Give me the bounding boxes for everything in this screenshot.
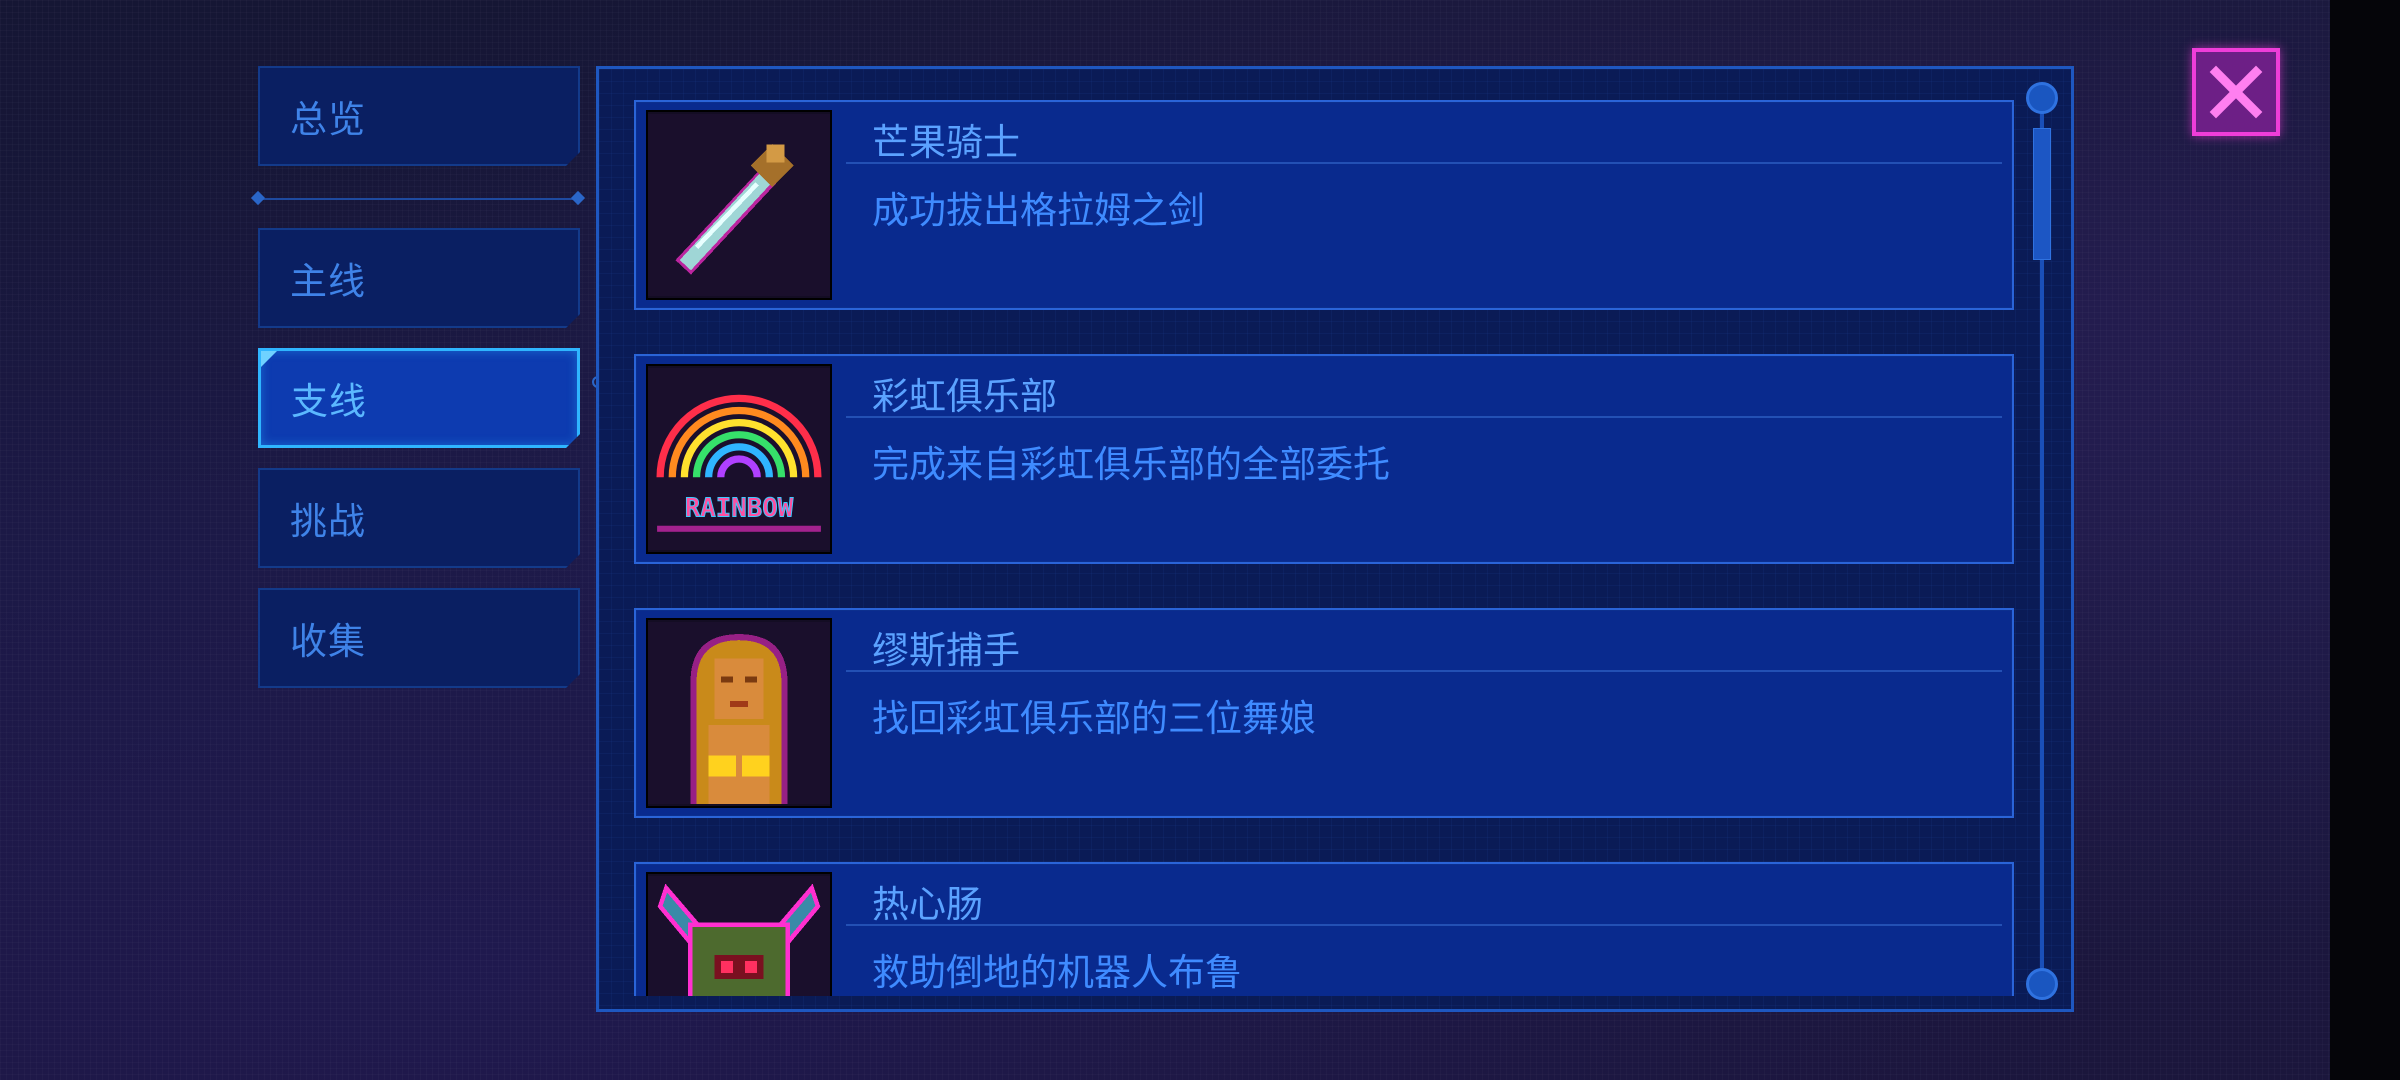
achievement-list[interactable]: 芒果骑士 成功拔出格拉姆之剑 RAINBOW 彩虹俱乐部 完成来自彩虹俱乐部的全…	[634, 100, 2014, 996]
divider-end-icon	[570, 190, 586, 206]
rainbow-club-icon: RAINBOW	[646, 364, 832, 554]
card-divider	[846, 670, 2002, 672]
tab-label: 主线	[290, 260, 366, 303]
scroll-down-icon[interactable]	[2026, 968, 2058, 1000]
achievement-description: 找回彩虹俱乐部的三位舞娘	[872, 697, 1316, 740]
divider-end-icon	[250, 190, 266, 206]
tab-side-quest[interactable]: 支线	[258, 348, 580, 448]
tab-main-quest[interactable]: 主线	[258, 228, 580, 328]
tab-label: 收集	[290, 620, 366, 663]
rainbow-sign-text: RAINBOW	[685, 494, 794, 524]
tab-label: 挑战	[290, 500, 366, 543]
achievement-description: 成功拔出格拉姆之剑	[872, 189, 1205, 232]
achievement-title: 芒果骑士	[872, 121, 1020, 164]
scroll-up-icon[interactable]	[2026, 82, 2058, 114]
sword-icon	[646, 110, 832, 300]
close-icon	[2209, 65, 2263, 119]
dancer-icon	[646, 618, 832, 808]
tab-label: 支线	[291, 380, 367, 423]
tab-collection[interactable]: 收集	[258, 588, 580, 688]
screen-edge	[2330, 0, 2400, 1080]
tab-overview[interactable]: 总览	[258, 66, 580, 166]
achievement-card[interactable]: 芒果骑士 成功拔出格拉姆之剑	[634, 100, 2014, 310]
achievement-card[interactable]: 缪斯捕手 找回彩虹俱乐部的三位舞娘	[634, 608, 2014, 818]
achievement-description: 完成来自彩虹俱乐部的全部委托	[872, 443, 1390, 486]
achievement-title: 彩虹俱乐部	[872, 375, 1057, 418]
achievement-card[interactable]: RAINBOW 彩虹俱乐部 完成来自彩虹俱乐部的全部委托	[634, 354, 2014, 564]
tab-challenge[interactable]: 挑战	[258, 468, 580, 568]
achievement-title: 热心肠	[872, 883, 983, 926]
sidebar-divider	[258, 198, 580, 200]
tab-label: 总览	[290, 98, 366, 141]
achievement-title: 缪斯捕手	[872, 629, 1020, 672]
scrollbar-thumb[interactable]	[2033, 128, 2051, 260]
close-button[interactable]	[2192, 48, 2280, 136]
card-divider	[846, 162, 2002, 164]
card-divider	[846, 924, 2002, 926]
achievement-card[interactable]: 热心肠 救助倒地的机器人布鲁	[634, 862, 2014, 996]
robot-icon	[646, 872, 832, 996]
achievement-description: 救助倒地的机器人布鲁	[872, 951, 1242, 994]
card-divider	[846, 416, 2002, 418]
